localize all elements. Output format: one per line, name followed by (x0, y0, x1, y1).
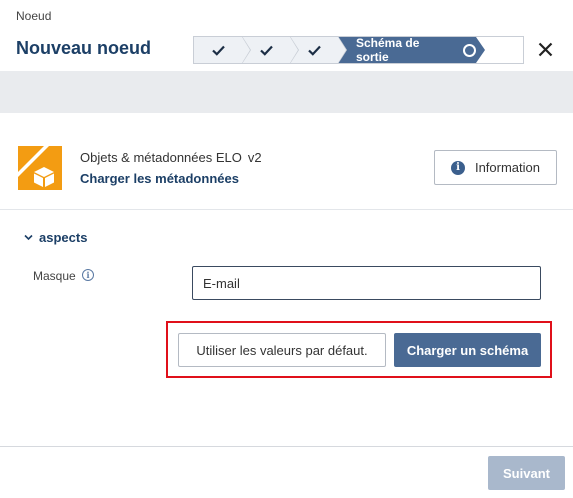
dialog-kicker: Noeud (16, 9, 52, 23)
info-circle-icon[interactable]: i (82, 269, 94, 281)
check-icon (211, 45, 225, 56)
object-name: Objets & métadonnées ELO (80, 150, 242, 165)
footer-divider (0, 446, 573, 447)
information-button-label: Information (474, 160, 541, 175)
wizard-stepper: Schéma de sortie (193, 36, 524, 64)
next-button[interactable]: Suivant (488, 456, 565, 490)
step-output-schema[interactable]: Schéma de sortie (338, 36, 485, 64)
info-icon: i (450, 160, 465, 175)
object-title: Objets & métadonnées ELO v2 (80, 150, 262, 165)
dialog-title: Nouveau noeud (16, 38, 152, 58)
chevron-down-icon (24, 234, 33, 241)
mask-input[interactable] (192, 266, 541, 300)
close-icon (538, 42, 552, 56)
close-button[interactable] (535, 39, 555, 59)
load-schema-button[interactable]: Charger un schéma (394, 333, 541, 367)
step-active-label: Schéma de sortie (356, 36, 420, 64)
section-divider (0, 209, 573, 210)
elo-box-icon (18, 146, 62, 190)
step-1[interactable] (194, 36, 251, 64)
check-icon (307, 45, 321, 56)
aspects-label: aspects (39, 230, 88, 245)
header-band (0, 71, 573, 113)
object-version: v2 (247, 150, 262, 165)
load-metadata-link[interactable]: Charger les métadonnées (80, 171, 239, 186)
check-icon (259, 45, 273, 56)
mask-label: Masque (33, 269, 76, 283)
dialog: Noeud Nouveau noeud Schéma de sortie Obj… (0, 0, 573, 498)
circle-icon (463, 43, 476, 57)
information-button[interactable]: i Information (434, 150, 557, 185)
use-default-values-button[interactable]: Utiliser les valeurs par défaut. (178, 333, 386, 367)
aspects-toggle[interactable]: aspects (24, 230, 87, 245)
